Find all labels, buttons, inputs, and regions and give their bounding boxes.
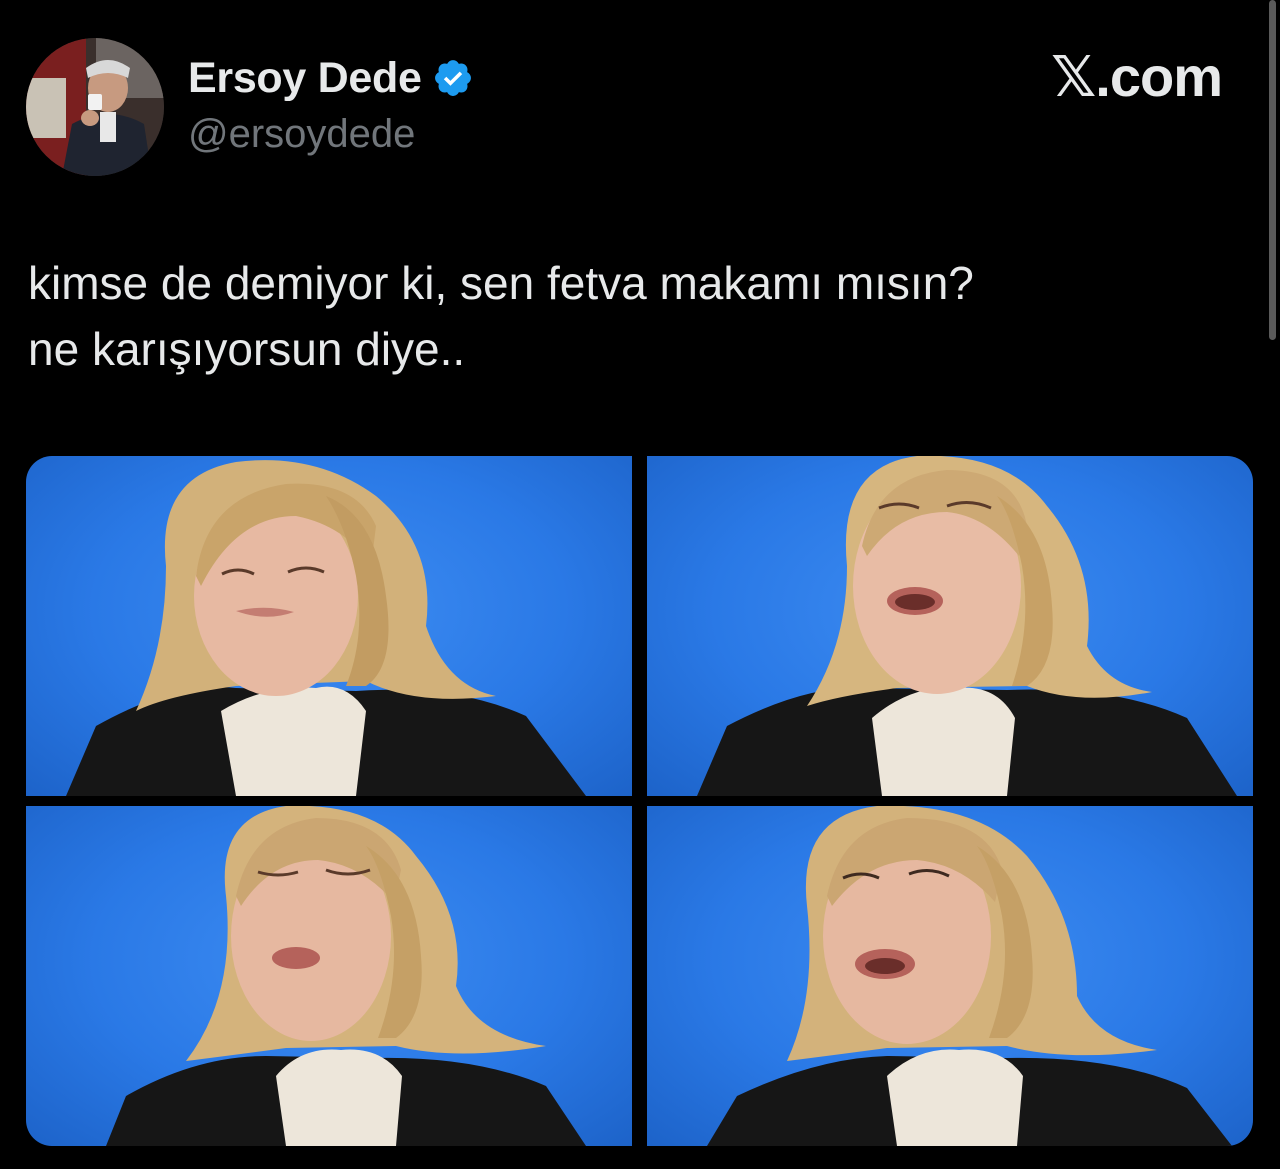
author-name-row: Ersoy Dede: [188, 50, 474, 106]
media-photo-3[interactable]: [26, 806, 632, 1146]
tweet-text-line: ne karışıyorsun diye..: [28, 323, 466, 375]
tweet-text: kimse de demiyor ki, sen fetva makamı mı…: [28, 250, 1228, 382]
media-photo-1[interactable]: [26, 456, 632, 796]
media-photo-2[interactable]: [647, 456, 1253, 796]
author-handle[interactable]: @ersoydede: [188, 112, 415, 157]
author-display-name[interactable]: Ersoy Dede: [188, 54, 422, 103]
media-photo-4[interactable]: [647, 806, 1253, 1146]
scrollbar[interactable]: [1269, 0, 1276, 340]
avatar[interactable]: [26, 38, 164, 176]
brand-logo: 𝕏.com: [1051, 45, 1223, 108]
media-grid: [26, 456, 1253, 1146]
tweet-text-line: kimse de demiyor ki, sen fetva makamı mı…: [28, 257, 974, 309]
verified-badge-icon: [432, 57, 474, 99]
